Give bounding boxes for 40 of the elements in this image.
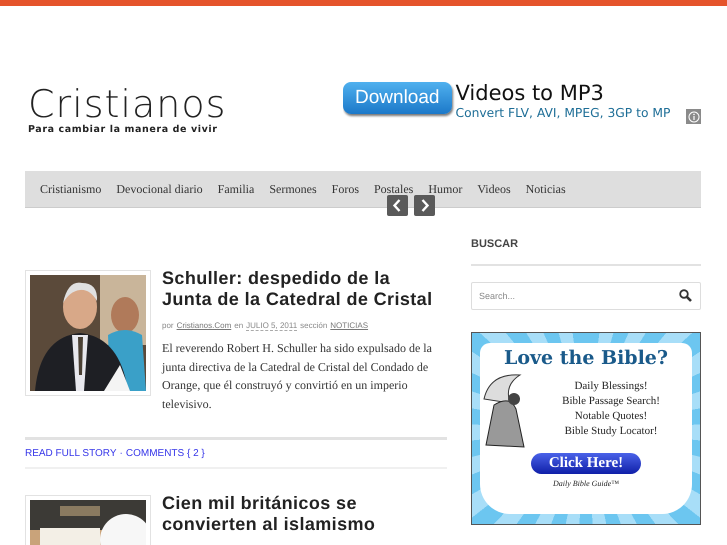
nav-link[interactable]: Videos — [477, 182, 511, 196]
nav-link[interactable]: Noticias — [526, 182, 566, 196]
nav-link[interactable]: Cristianismo — [40, 182, 102, 196]
nav-link[interactable]: Foros — [332, 182, 359, 196]
post-date: JULIO 5, 2011 — [246, 321, 298, 331]
click-here-button[interactable]: Click Here! — [530, 453, 642, 474]
post-excerpt: El reverendo Robert H. Schuller ha sido expulsado de la junta directiva de la Catedral de Cristal del Condado de Orange, que él construyó y convirtió en un imperio televisivo. — [162, 340, 433, 412]
site-tagline: Para cambiar la manera de vivir — [28, 124, 219, 135]
ad-line: Bible Study Locator! — [564, 424, 658, 439]
post-title[interactable]: Cien mil británicos se convierten al islamismo — [162, 493, 439, 535]
next-icon[interactable] — [414, 195, 435, 216]
previous-icon[interactable] — [387, 195, 408, 216]
info-icon[interactable] — [686, 109, 701, 124]
ad-line: Notable Quotes! — [574, 409, 648, 424]
link-separator: · — [120, 448, 123, 459]
search-field[interactable]: Search... — [471, 282, 701, 310]
nav-link[interactable]: Postales — [374, 182, 414, 196]
post-title[interactable]: Schuller: despedido de la Junta de la Catedral de Cristal — [162, 268, 439, 310]
nav-link[interactable]: Devocional diario — [116, 182, 203, 196]
ad-line: Daily Blessings! — [574, 379, 648, 394]
ad-headline: Love the Bible? — [504, 347, 668, 369]
ad-headline: Videos to MP3 — [456, 82, 605, 104]
banner-ad[interactable]: Download Videos to MP3 Convert FLV, AVI, MPEG, 3GP to MP — [343, 76, 701, 124]
ad-brand: Daily Bible Guide™ — [552, 479, 620, 488]
comments-link[interactable]: COMMENTS { 2 } — [126, 448, 205, 459]
site-logo[interactable]: Cristianos — [28, 85, 226, 123]
ad-subline: Convert FLV, AVI, MPEG, 3GP to MP — [456, 106, 670, 120]
read-more-link[interactable]: READ FULL STORY — [25, 448, 117, 459]
byline-text: por — [162, 321, 174, 331]
byline-text: en — [234, 321, 244, 331]
nav-link[interactable]: Familia — [218, 182, 254, 196]
byline-text: sección — [300, 321, 328, 331]
section-link[interactable]: NOTICIAS — [330, 321, 368, 331]
nav-link[interactable]: Sermones — [269, 182, 317, 196]
search-icon[interactable] — [679, 289, 692, 302]
author-link[interactable]: Cristianos.Com — [176, 321, 232, 331]
nav-link[interactable]: Humor — [428, 182, 462, 196]
ad-line: Bible Passage Search! — [562, 394, 660, 409]
bible-ad[interactable]: Love the Bible? Daily Blessings! Bible Passage Search! Notable Quotes! Bible Study Locator! Click Here! Daily Bible Guide™ — [471, 332, 701, 525]
sidebar-heading: BUSCAR — [471, 238, 701, 266]
